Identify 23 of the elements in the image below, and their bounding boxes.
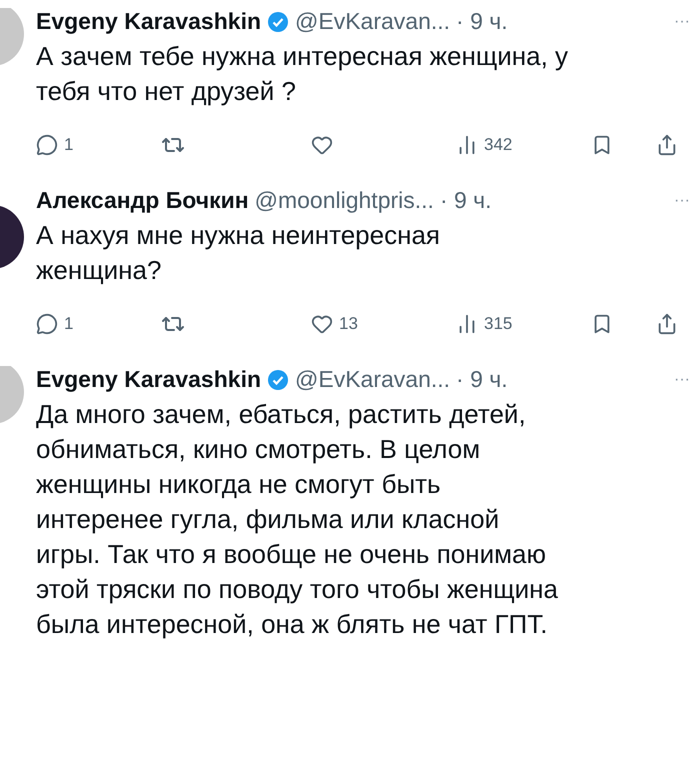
view-count: 315 — [484, 314, 512, 334]
post-time: · 9 ч. — [440, 187, 492, 214]
tweet-text: А зачем тебе нужна интересная женщина, у тебя что нет друзей ? — [36, 40, 570, 108]
share-icon[interactable] — [656, 134, 678, 156]
view-count: 342 — [484, 135, 512, 155]
post-time: · 9 ч. — [456, 8, 508, 35]
like-icon[interactable] — [311, 134, 333, 156]
reply-count: 1 — [64, 135, 74, 155]
tweet-text: А нахуя мне нужна неинтересная женщина? — [36, 219, 441, 287]
author-handle[interactable]: @EvKaravan... — [295, 366, 450, 393]
author-handle[interactable]: @moonlightpris... — [254, 187, 434, 214]
reply-count: 1 — [64, 314, 74, 334]
post-time: · 9 ч. — [456, 366, 508, 393]
author-handle[interactable]: @EvKaravan... — [295, 8, 450, 35]
like-icon[interactable] — [311, 313, 333, 335]
author-name[interactable]: Александр Бочкин — [36, 187, 249, 214]
author-name[interactable]: Evgeny Karavashkin — [36, 366, 262, 393]
tweet-text: Да много зачем, ебаться, растить детей, обниматься, кино смотреть. В целом женщины никогда не смогут быть интеренее гугла, фильма или класной игры. Так что я вообще не очень понимаю этой тряски по поводу того чтобы женщина была интересной, она ж блять не чат ГПТ. — [36, 398, 559, 641]
reply-icon[interactable] — [36, 134, 58, 156]
author-name[interactable]: Evgeny Karavashkin — [36, 8, 262, 35]
reply-icon[interactable] — [36, 313, 58, 335]
like-count: 13 — [339, 314, 358, 334]
share-icon[interactable] — [656, 313, 678, 335]
